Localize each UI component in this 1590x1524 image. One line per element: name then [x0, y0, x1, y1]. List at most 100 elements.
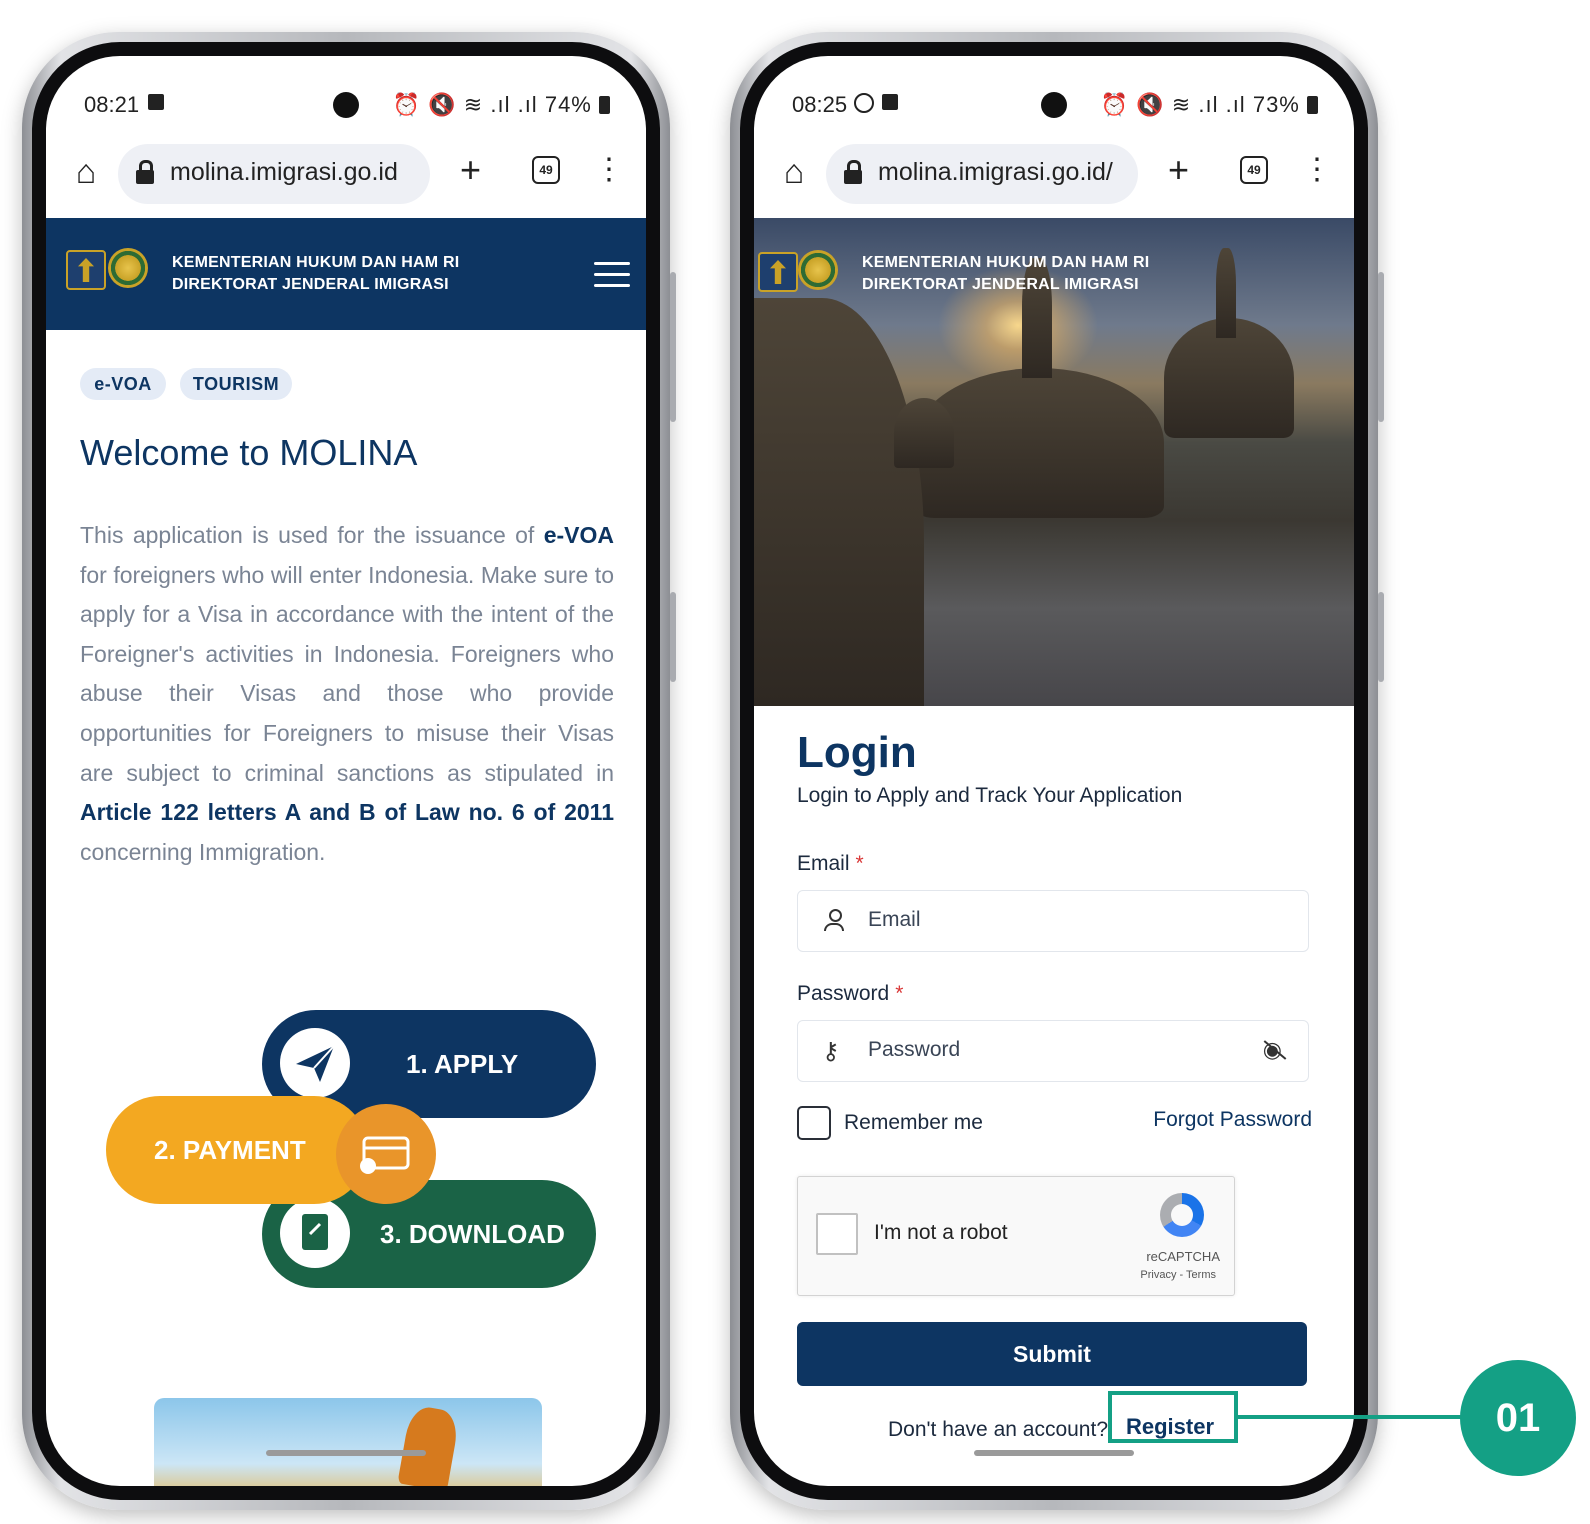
header-line-1: KEMENTERIAN HUKUM DAN HAM RI [862, 254, 1150, 271]
front-camera [333, 92, 359, 118]
checkbox-notification-icon [882, 94, 898, 110]
immigration-emblem [798, 250, 838, 290]
remember-me-label[interactable]: Remember me [844, 1111, 983, 1135]
gesture-bar[interactable] [974, 1450, 1134, 1456]
status-time: 08:21 [84, 92, 140, 117]
header-title: KEMENTERIAN HUKUM DAN HAM RI DIREKTORAT … [172, 252, 459, 296]
url-text: molina.imigrasi.go.id/ [878, 158, 1113, 186]
callout-connector-line [1238, 1415, 1466, 1419]
ministry-logo [758, 252, 798, 292]
para-text-2: for foreigners who will enter Indonesia.… [80, 561, 614, 786]
tag-evoa: e-VOA [80, 368, 166, 400]
checkbox-notification-icon [148, 94, 164, 110]
volume-button [1378, 272, 1384, 422]
battery-icon [599, 96, 610, 114]
immigration-emblem [108, 248, 148, 288]
stupa-small [894, 398, 954, 468]
browser-toolbar: ⌂ molina.imigrasi.go.id + 49 ⋮ [46, 140, 646, 210]
welcome-heading: Welcome to MOLINA [80, 432, 418, 473]
email-placeholder: Email [868, 908, 921, 931]
url-text: molina.imigrasi.go.id [170, 158, 398, 186]
forgot-password-link[interactable]: Forgot Password [1153, 1108, 1312, 1132]
key-icon: ⚷ [822, 1038, 840, 1065]
status-icons: ⏰ 🔇 ≋ .ıl .ıl [392, 92, 538, 117]
header-line-2: DIREKTORAT JENDERAL IMIGRASI [172, 276, 449, 293]
stupa-foreground [754, 298, 924, 706]
email-field[interactable]: Email [797, 890, 1309, 952]
phone-screen: 08:25 ⏰ 🔇 ≋ .ıl .ıl 73% ⌂ molina.imigras… [754, 56, 1354, 1486]
hamburger-menu-icon[interactable] [594, 262, 630, 287]
step-payment: 2. PAYMENT [106, 1096, 368, 1204]
promo-figure [397, 1404, 461, 1486]
no-account-text: Don't have an account? [888, 1418, 1108, 1441]
more-menu-icon[interactable]: ⋮ [1302, 148, 1332, 192]
password-placeholder: Password [868, 1038, 961, 1061]
battery-icon [1307, 96, 1318, 114]
password-label: Password * [797, 982, 903, 1006]
new-tab-icon[interactable]: + [460, 150, 481, 190]
battery-level: 73% [1252, 92, 1300, 117]
power-button [1378, 592, 1384, 682]
required-mark: * [895, 982, 904, 1005]
ministry-logo [66, 250, 106, 290]
header-line-1: KEMENTERIAN HUKUM DAN HAM RI [172, 254, 460, 271]
phone-bezel: 08:21 ⏰ 🔇 ≋ .ıl .ıl 74% ⌂ molina.imigras… [32, 42, 660, 1500]
volume-button [670, 272, 676, 422]
power-button [670, 592, 676, 682]
browser-toolbar: ⌂ molina.imigrasi.go.id/ + 49 ⋮ [754, 140, 1354, 210]
tab-count-button[interactable]: 49 [1240, 156, 1268, 184]
email-label-text: Email [797, 852, 850, 875]
battery-level: 74% [544, 92, 592, 117]
password-label-text: Password [797, 982, 890, 1005]
status-icons: ⏰ 🔇 ≋ .ıl .ıl [1100, 92, 1246, 117]
para-text-3: concerning Immigration. [80, 838, 326, 865]
para-bold-evoa: e-VOA [543, 522, 614, 548]
home-icon[interactable]: ⌂ [66, 152, 106, 192]
callout-step-badge: 01 [1460, 1360, 1576, 1476]
remember-me-checkbox[interactable] [797, 1106, 831, 1140]
borobudur-hero-image: KEMENTERIAN HUKUM DAN HAM RI DIREKTORAT … [754, 218, 1354, 706]
front-camera [1041, 92, 1067, 118]
header-line-2: DIREKTORAT JENDERAL IMIGRASI [862, 276, 1139, 293]
payment-card-icon [336, 1104, 436, 1204]
callout-highlight-box [1108, 1391, 1238, 1443]
tag-tourism: TOURISM [180, 368, 292, 400]
required-mark: * [855, 852, 864, 875]
header-title: KEMENTERIAN HUKUM DAN HAM RI DIREKTORAT … [862, 252, 1149, 296]
email-label: Email * [797, 852, 864, 876]
recaptcha-logo-icon [1160, 1193, 1204, 1237]
phone-bezel: 08:25 ⏰ 🔇 ≋ .ıl .ıl 73% ⌂ molina.imigras… [740, 42, 1368, 1500]
promo-image [154, 1398, 542, 1486]
address-bar[interactable]: molina.imigrasi.go.id [118, 144, 430, 204]
address-bar[interactable]: molina.imigrasi.go.id/ [826, 144, 1138, 204]
new-tab-icon[interactable]: + [1168, 150, 1189, 190]
step-payment-label: 2. PAYMENT [154, 1134, 306, 1165]
phone-right: 08:25 ⏰ 🔇 ≋ .ıl .ıl 73% ⌂ molina.imigras… [730, 32, 1384, 1510]
lock-icon [136, 160, 154, 184]
home-icon[interactable]: ⌂ [774, 152, 814, 192]
status-bar: 08:21 ⏰ 🔇 ≋ .ıl .ıl 74% [46, 56, 646, 120]
para-bold-law: Article 122 letters A and B of Law no. 6… [80, 799, 614, 826]
recaptcha-label: I'm not a robot [874, 1221, 1008, 1244]
status-right: ⏰ 🔇 ≋ .ıl .ıl 74% [393, 92, 610, 118]
lock-icon [844, 160, 862, 184]
stupa-spire [1216, 248, 1236, 338]
user-icon [824, 909, 844, 933]
recaptcha-widget: I'm not a robot reCAPTCHA Privacy - Term… [797, 1176, 1235, 1296]
gesture-bar[interactable] [266, 1450, 426, 1456]
submit-button[interactable]: Submit [797, 1322, 1307, 1386]
login-subtitle: Login to Apply and Track Your Applicatio… [797, 784, 1183, 807]
tab-count-button[interactable]: 49 [532, 156, 560, 184]
more-menu-icon[interactable]: ⋮ [594, 148, 624, 192]
site-header: KEMENTERIAN HUKUM DAN HAM RI DIREKTORAT … [46, 218, 646, 330]
login-title: Login [797, 728, 917, 777]
step-apply-label: 1. APPLY [406, 1048, 519, 1079]
recaptcha-checkbox[interactable] [816, 1213, 858, 1255]
eye-off-icon[interactable]: ◉ [1263, 1037, 1287, 1063]
passport-icon [280, 1198, 350, 1268]
recaptcha-terms-link[interactable]: Privacy - Terms [1140, 1269, 1216, 1281]
password-field[interactable]: ⚷ Password ◉ [797, 1020, 1309, 1082]
status-right: ⏰ 🔇 ≋ .ıl .ıl 73% [1101, 92, 1318, 118]
para-text-1: This application is used for the issuanc… [80, 522, 544, 548]
phone-left: 08:21 ⏰ 🔇 ≋ .ıl .ıl 74% ⌂ molina.imigras… [22, 32, 676, 1510]
